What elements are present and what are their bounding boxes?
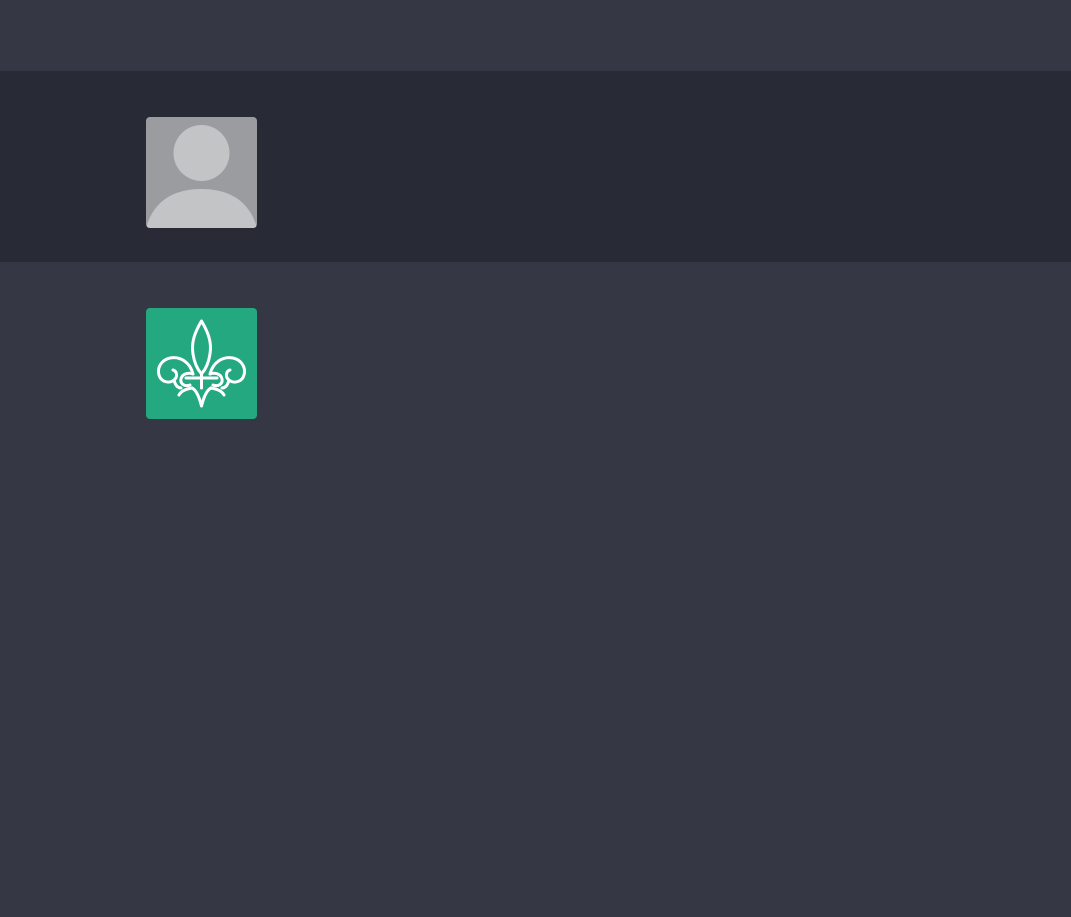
- assistant-avatar: [146, 308, 257, 419]
- default-user-avatar-icon: [146, 117, 257, 228]
- top-bar: [0, 0, 1071, 71]
- user-message-row: [0, 71, 1071, 262]
- assistant-message-row: [0, 262, 1071, 917]
- fleur-de-lis-icon: [146, 308, 257, 419]
- user-avatar: [146, 117, 257, 228]
